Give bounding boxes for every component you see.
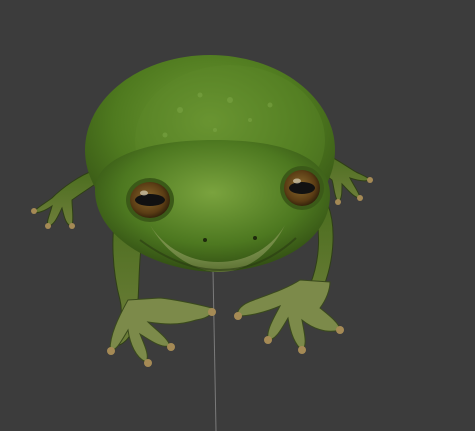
- right-nostril: [253, 236, 257, 240]
- right-eye: [280, 166, 324, 210]
- left-eye: [126, 178, 174, 222]
- 3d-viewport[interactable]: [0, 0, 475, 431]
- left-nostril: [203, 238, 207, 242]
- viewport-canvas[interactable]: [0, 0, 475, 431]
